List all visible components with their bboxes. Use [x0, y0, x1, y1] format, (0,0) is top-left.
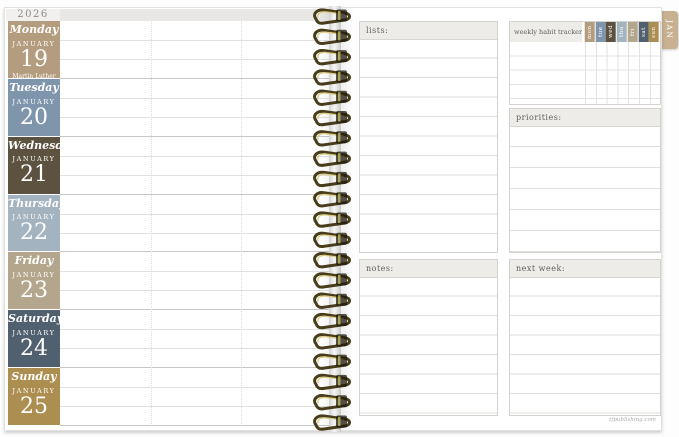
- footer-url: tfpublishing.com: [609, 417, 656, 423]
- priorities-section: priorities:: [509, 108, 661, 253]
- planner-spread: 2026 Monday JANUARY 19 Martin Luther Kin…: [0, 0, 679, 437]
- day-name: Sunday: [11, 370, 57, 384]
- day-label-sunday: Sunday JANUARY 25: [8, 368, 60, 426]
- next-week-section: next week:: [509, 259, 661, 416]
- priorities-header: priorities:: [510, 109, 660, 127]
- habit-day-fri: fri: [627, 22, 638, 42]
- day-writing-area: [60, 136, 335, 195]
- notes-header: notes:: [360, 260, 497, 278]
- day-number: 22: [20, 220, 48, 246]
- day-number: 25: [20, 393, 48, 419]
- day-label-thursday: Thursday JANUARY 22: [8, 194, 60, 252]
- day-label-saturday: Saturday JANUARY 24: [8, 310, 60, 368]
- day-name: Tuesday: [9, 80, 59, 94]
- day-writing-area: [60, 21, 335, 79]
- year-label: 2026: [6, 9, 60, 21]
- day-name: Friday: [14, 254, 54, 268]
- holiday-note: Martin Luther King Jr. Day: [12, 72, 56, 78]
- habit-grid-columns: [585, 42, 660, 104]
- day-writing-area: [60, 78, 335, 137]
- day-name: Saturday: [8, 312, 60, 326]
- column-divider: [241, 21, 242, 426]
- year-bar: 2026: [6, 9, 335, 21]
- habit-tracker-section: weekly habit tracker: mon tue wed thu fr…: [509, 21, 661, 105]
- habit-day-wed: wed: [606, 22, 617, 42]
- left-page: 2026 Monday JANUARY 19 Martin Luther Kin…: [4, 7, 337, 431]
- next-week-writing-area: [510, 277, 660, 415]
- habit-tracker-title: weekly habit tracker:: [510, 22, 582, 42]
- day-number: 24: [20, 335, 48, 361]
- next-week-header: next week:: [510, 260, 660, 278]
- day-row-wednesday: Wednesday JANUARY 21: [6, 136, 335, 195]
- habit-day-sun: sun: [649, 22, 660, 42]
- day-name: Thursday: [8, 196, 60, 210]
- day-writing-area: [60, 252, 335, 311]
- day-row-saturday: Saturday JANUARY 24: [6, 310, 335, 369]
- habit-day-thu: thu: [617, 22, 627, 42]
- habit-tracker-grid: [510, 42, 660, 104]
- habit-day-sat: sat: [638, 22, 649, 42]
- spiral-binding: [313, 8, 351, 431]
- day-writing-area: [60, 194, 335, 253]
- priorities-writing-area: [510, 126, 660, 252]
- month-tab-jan: JAN: [660, 11, 678, 49]
- day-row-tuesday: Tuesday JANUARY 20: [6, 78, 335, 137]
- day-label-tuesday: Tuesday JANUARY 20: [8, 78, 60, 136]
- day-name: Monday: [9, 23, 59, 36]
- day-label-friday: Friday JANUARY 23: [8, 252, 60, 310]
- day-number: 23: [20, 278, 48, 304]
- day-row-monday: Monday JANUARY 19 Martin Luther King Jr.…: [6, 21, 335, 79]
- day-label-wednesday: Wednesday JANUARY 21: [8, 136, 60, 194]
- lists-writing-area: [360, 39, 497, 252]
- day-number: 21: [20, 162, 48, 188]
- day-name: Wednesday: [8, 138, 60, 152]
- day-number: 20: [20, 104, 48, 130]
- habit-day-tue: tue: [595, 22, 606, 42]
- column-divider: [151, 21, 152, 426]
- habit-day-mon: mon: [585, 22, 595, 42]
- notes-writing-area: [360, 277, 497, 415]
- day-label-monday: Monday JANUARY 19 Martin Luther King Jr.…: [8, 21, 60, 78]
- right-page: lists: weekly habit tracker: mon tue wed…: [337, 7, 662, 431]
- lists-section: lists:: [359, 21, 498, 253]
- day-writing-area: [60, 368, 335, 427]
- day-row-thursday: Thursday JANUARY 22: [6, 194, 335, 253]
- day-rows: Monday JANUARY 19 Martin Luther King Jr.…: [6, 21, 335, 427]
- day-row-friday: Friday JANUARY 23: [6, 252, 335, 311]
- notes-section: notes:: [359, 259, 498, 416]
- day-number: 19: [20, 46, 48, 72]
- day-row-sunday: Sunday JANUARY 25: [6, 368, 335, 427]
- habit-tracker-header: weekly habit tracker: mon tue wed thu fr…: [510, 22, 660, 42]
- lists-header: lists:: [360, 22, 497, 40]
- day-writing-area: [60, 310, 335, 369]
